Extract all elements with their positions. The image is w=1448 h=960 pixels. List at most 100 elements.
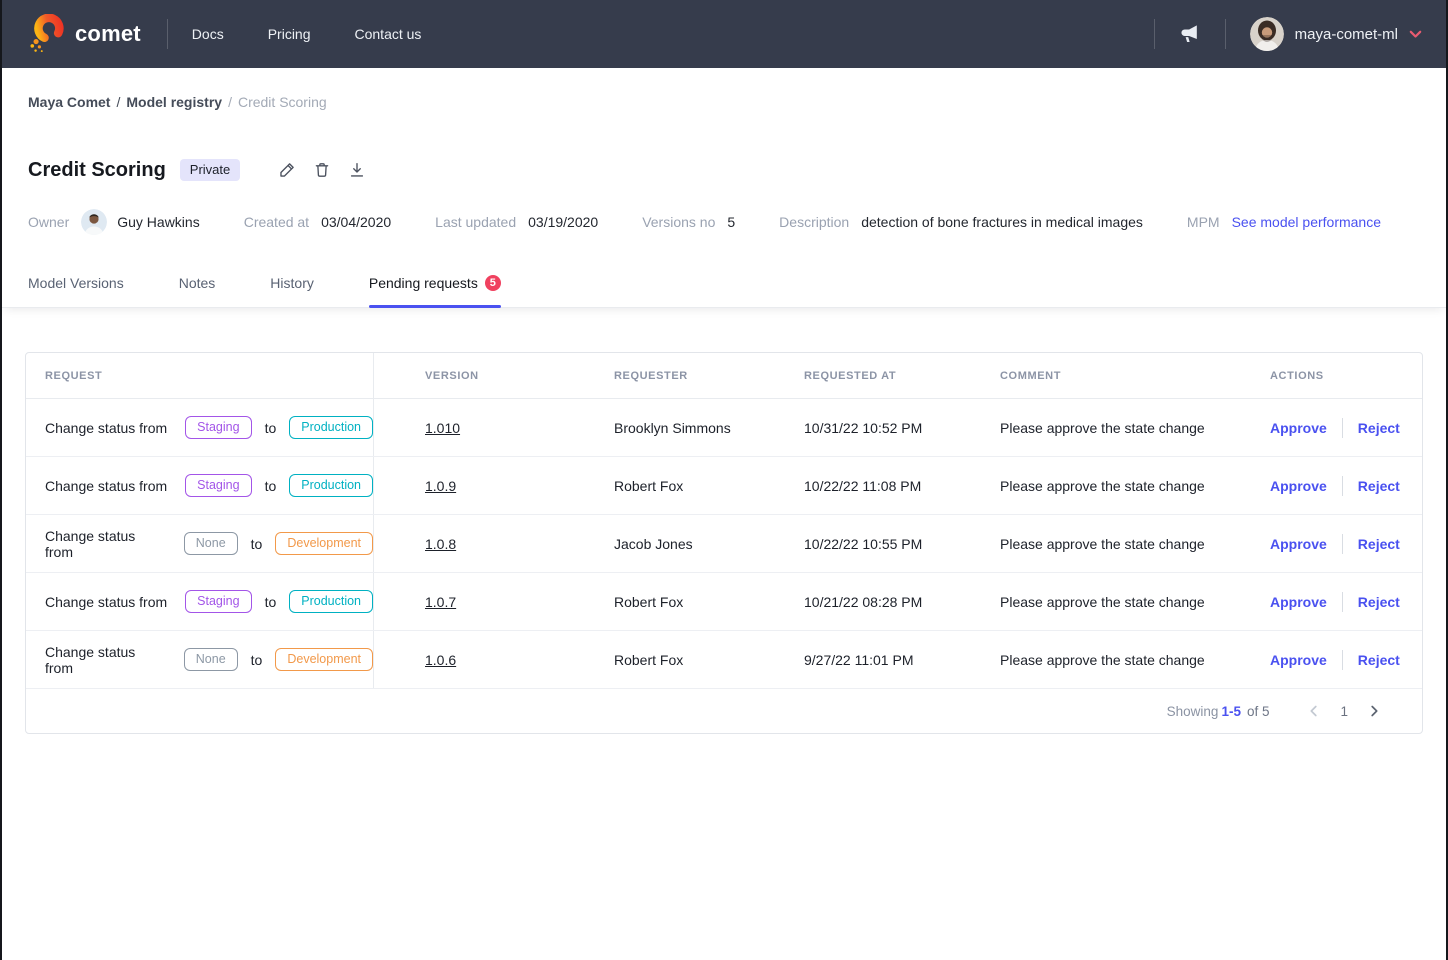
requester-cell: Jacob Jones (563, 515, 753, 572)
table-row: Change status from None to Development 1… (26, 515, 1422, 573)
to-status-badge: Production (289, 474, 373, 498)
version-link[interactable]: 1.0.7 (425, 594, 456, 610)
nav-link-pricing[interactable]: Pricing (268, 26, 311, 42)
nav-link-contact-us[interactable]: Contact us (355, 26, 422, 42)
requester-cell: Brooklyn Simmons (563, 399, 753, 456)
edit-model-button[interactable] (278, 161, 296, 179)
table-row: Change status from Staging to Production… (26, 573, 1422, 631)
megaphone-icon (1179, 24, 1201, 44)
divider (1225, 19, 1226, 49)
request-connector: to (251, 536, 263, 552)
page-number[interactable]: 1 (1340, 704, 1348, 719)
user-avatar (1250, 17, 1284, 51)
description-value: detection of bone fractures in medical i… (861, 214, 1143, 230)
comet-logo[interactable]: comet (28, 14, 141, 54)
edit-icon (278, 161, 296, 179)
version-link[interactable]: 1.0.9 (425, 478, 456, 494)
version-link[interactable]: 1.0.6 (425, 652, 456, 668)
requester-cell: Robert Fox (563, 573, 753, 630)
reject-button[interactable]: Reject (1358, 420, 1400, 436)
reject-button[interactable]: Reject (1358, 478, 1400, 494)
version-link[interactable]: 1.010 (425, 420, 460, 436)
page-title: Credit Scoring (28, 159, 166, 182)
requester-cell: Robert Fox (563, 631, 753, 688)
from-status-badge: None (184, 648, 238, 672)
created-at-label: Created at (244, 214, 309, 230)
next-page-button[interactable] (1363, 704, 1385, 718)
comment-cell: Please approve the state change (949, 573, 1219, 630)
from-status-badge: Staging (185, 474, 251, 498)
pending-requests-table: Request Version Requester Requested at C… (25, 352, 1423, 734)
model-meta: Owner Guy Hawkins Created at 03/04/2020 … (28, 209, 1420, 235)
model-tabs: Model Versions Notes History Pending req… (28, 275, 1420, 307)
comet-logo-icon (28, 14, 66, 54)
delete-model-button[interactable] (313, 161, 331, 179)
announcements-button[interactable] (1155, 24, 1225, 44)
actions-divider (1342, 650, 1343, 670)
breadcrumb-registry[interactable]: Model registry (126, 94, 222, 110)
showing-summary: Showing1-5 of 5 (1167, 704, 1270, 719)
column-header-version: Version (374, 353, 563, 398)
created-at-value: 03/04/2020 (321, 214, 391, 230)
last-updated-value: 03/19/2020 (528, 214, 598, 230)
reject-button[interactable]: Reject (1358, 594, 1400, 610)
comment-cell: Please approve the state change (949, 457, 1219, 514)
table-row: Change status from None to Development 1… (26, 631, 1422, 689)
nav-link-docs[interactable]: Docs (192, 26, 224, 42)
request-text: Change status from (45, 478, 167, 494)
approve-button[interactable]: Approve (1270, 478, 1327, 494)
owner-name: Guy Hawkins (117, 214, 199, 230)
tab-notes[interactable]: Notes (179, 275, 216, 307)
table-body: Change status from Staging to Production… (26, 399, 1422, 689)
table-footer: Showing1-5 of 5 1 (26, 689, 1422, 733)
approve-button[interactable]: Approve (1270, 652, 1327, 668)
reject-button[interactable]: Reject (1358, 536, 1400, 552)
from-status-badge: None (184, 532, 238, 556)
version-link[interactable]: 1.0.8 (425, 536, 456, 552)
approve-button[interactable]: Approve (1270, 594, 1327, 610)
requested-at-cell: 10/31/22 10:52 PM (753, 399, 949, 456)
brand-name: comet (75, 21, 141, 47)
actions-divider (1342, 476, 1343, 496)
visibility-badge: Private (180, 159, 240, 181)
to-status-badge: Development (275, 532, 373, 556)
tab-history[interactable]: History (270, 275, 314, 307)
owner-label: Owner (28, 214, 69, 230)
username: maya-comet-ml (1295, 26, 1398, 43)
breadcrumb-current: Credit Scoring (238, 94, 327, 110)
actions-divider (1342, 534, 1343, 554)
requested-at-cell: 9/27/22 11:01 PM (753, 631, 949, 688)
table-row: Change status from Staging to Production… (26, 399, 1422, 457)
column-header-requested-at: Requested at (753, 353, 949, 398)
tab-pending-requests[interactable]: Pending requests 5 (369, 275, 501, 307)
request-text: Change status from (45, 594, 167, 610)
divider (167, 19, 168, 49)
showing-label: Showing (1167, 704, 1219, 719)
request-text: Change status from (45, 644, 166, 676)
previous-page-button[interactable] (1303, 704, 1325, 718)
chevron-down-icon (1409, 30, 1422, 39)
showing-range: 1-5 (1221, 704, 1241, 719)
comment-cell: Please approve the state change (949, 515, 1219, 572)
requested-at-cell: 10/21/22 08:28 PM (753, 573, 949, 630)
requester-cell: Robert Fox (563, 457, 753, 514)
approve-button[interactable]: Approve (1270, 536, 1327, 552)
comment-cell: Please approve the state change (949, 399, 1219, 456)
breadcrumb-separator: / (116, 94, 120, 110)
user-menu[interactable]: maya-comet-ml (1250, 17, 1422, 51)
tab-model-versions[interactable]: Model Versions (28, 275, 124, 307)
see-model-performance-link[interactable]: See model performance (1232, 214, 1381, 230)
download-icon (348, 161, 366, 179)
showing-of: of 5 (1247, 704, 1270, 719)
approve-button[interactable]: Approve (1270, 420, 1327, 436)
actions-divider (1342, 592, 1343, 612)
last-updated-label: Last updated (435, 214, 516, 230)
breadcrumb-workspace[interactable]: Maya Comet (28, 94, 110, 110)
download-model-button[interactable] (348, 161, 366, 179)
screen-edge-left (0, 0, 2, 960)
column-header-comment: Comment (949, 353, 1219, 398)
reject-button[interactable]: Reject (1358, 652, 1400, 668)
breadcrumb-separator: / (228, 94, 232, 110)
request-connector: to (265, 478, 277, 494)
request-text: Change status from (45, 528, 166, 560)
